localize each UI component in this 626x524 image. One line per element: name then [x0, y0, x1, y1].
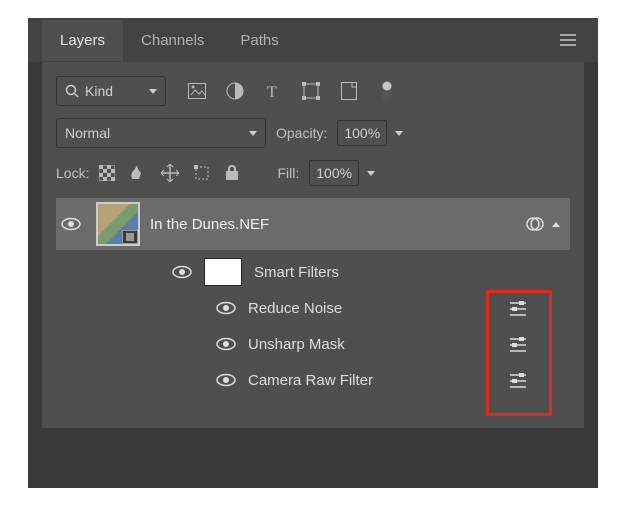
shape-layer-filter-icon[interactable]: [300, 80, 322, 102]
blending-options-icon[interactable]: [508, 336, 528, 352]
lock-all-icon[interactable]: [225, 165, 239, 181]
chevron-down-icon: [149, 89, 157, 94]
smart-object-badge-icon: [122, 230, 138, 244]
type-layer-filter-icon[interactable]: T: [262, 80, 284, 102]
fill-value[interactable]: 100%: [309, 160, 359, 186]
fill-label: Fill:: [277, 165, 299, 181]
layers-panel: Layers Channels Paths Kind T: [28, 18, 598, 488]
smart-filters-area: Smart Filters Reduce Noise Unsharp Mask …: [56, 250, 570, 398]
filter-row[interactable]: Unsharp Mask: [56, 326, 570, 362]
filter-name: Unsharp Mask: [248, 336, 345, 353]
tab-paths[interactable]: Paths: [222, 20, 296, 61]
filter-name: Reduce Noise: [248, 300, 342, 317]
collapse-chevron-icon[interactable]: [552, 222, 560, 227]
visibility-eye-icon[interactable]: [216, 373, 236, 387]
filter-effects-icon[interactable]: [526, 215, 544, 233]
lock-label: Lock:: [56, 165, 89, 181]
layer-name[interactable]: In the Dunes.NEF: [150, 216, 516, 233]
smart-object-filter-icon[interactable]: [338, 80, 360, 102]
opacity-label: Opacity:: [276, 125, 327, 141]
svg-text:T: T: [267, 84, 277, 99]
blending-options-icon[interactable]: [508, 300, 528, 316]
panel-body: Kind T Normal Opacity: 100% Lo: [42, 62, 584, 428]
tab-layers[interactable]: Layers: [42, 20, 123, 61]
smart-filters-label: Smart Filters: [254, 264, 339, 281]
visibility-eye-icon[interactable]: [216, 301, 236, 315]
filter-toggle-icon[interactable]: [376, 80, 398, 102]
blend-mode-value: Normal: [65, 125, 110, 141]
visibility-eye-icon[interactable]: [61, 217, 81, 231]
lock-row: Lock: Fill: 100%: [56, 160, 570, 186]
filter-row[interactable]: Reduce Noise: [56, 290, 570, 326]
kind-filter-row: Kind T: [56, 76, 570, 106]
lock-image-icon[interactable]: [129, 164, 147, 182]
visibility-eye-icon[interactable]: [216, 337, 236, 351]
layer-row-selected[interactable]: In the Dunes.NEF: [56, 198, 570, 250]
visibility-eye-icon[interactable]: [172, 265, 192, 279]
fill-chevron-icon[interactable]: [367, 171, 375, 176]
filter-row[interactable]: Camera Raw Filter: [56, 362, 570, 398]
search-icon: [65, 84, 79, 98]
kind-dropdown[interactable]: Kind: [56, 76, 166, 106]
adjustment-layer-filter-icon[interactable]: [224, 80, 246, 102]
blend-row: Normal Opacity: 100%: [56, 118, 570, 148]
opacity-value[interactable]: 100%: [337, 120, 387, 146]
blending-options-icon[interactable]: [508, 372, 528, 388]
lock-transparency-icon[interactable]: [99, 165, 115, 181]
layer-thumbnail[interactable]: [96, 202, 140, 246]
filter-type-icons: T: [186, 80, 398, 102]
panel-menu-icon[interactable]: [560, 34, 576, 46]
lock-position-icon[interactable]: [161, 164, 179, 182]
tab-channels[interactable]: Channels: [123, 20, 222, 61]
smart-filters-header: Smart Filters: [56, 254, 570, 290]
opacity-chevron-icon[interactable]: [395, 131, 403, 136]
filter-name: Camera Raw Filter: [248, 372, 373, 389]
lock-artboard-icon[interactable]: [193, 164, 211, 182]
blend-mode-dropdown[interactable]: Normal: [56, 118, 266, 148]
panel-tabs: Layers Channels Paths: [28, 18, 598, 62]
filter-mask-thumbnail[interactable]: [204, 258, 242, 286]
pixel-layer-filter-icon[interactable]: [186, 80, 208, 102]
chevron-down-icon: [249, 131, 257, 136]
kind-label: Kind: [85, 83, 113, 99]
